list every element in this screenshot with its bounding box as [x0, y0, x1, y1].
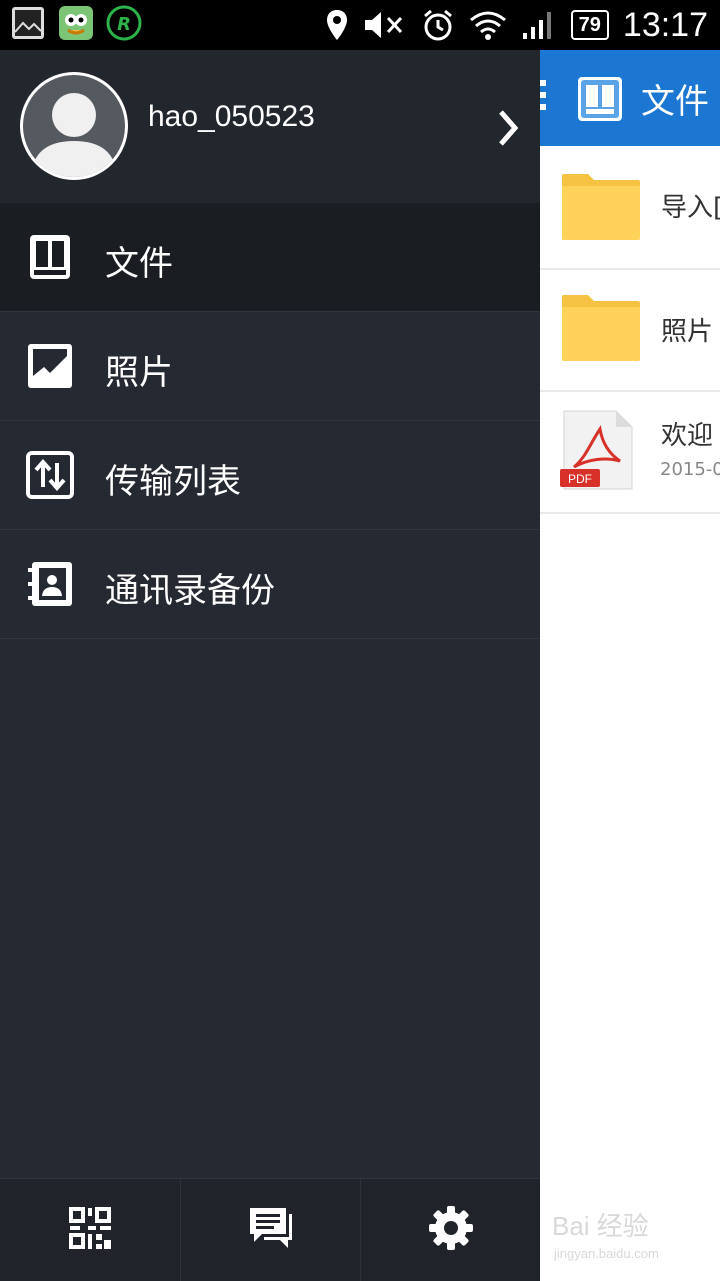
nav-item-label: 传输列表 [105, 462, 241, 502]
signal-icon [521, 9, 557, 41]
wifi-icon [469, 9, 507, 41]
nav-item-label: 通讯录备份 [105, 571, 275, 611]
nav-item-label: 照片 [105, 353, 173, 393]
qr-code-button[interactable] [0, 1179, 180, 1281]
svg-text:R: R [117, 14, 131, 35]
file-row[interactable]: 导入[ [540, 147, 720, 270]
menu-toggle-icon[interactable] [540, 80, 546, 116]
photo-icon [26, 342, 74, 390]
drive-icon [577, 76, 623, 126]
settings-icon [428, 1205, 474, 1255]
nav-item-contacts-backup[interactable]: 通讯录备份 [0, 530, 540, 639]
mute-icon [363, 9, 407, 41]
file-name: 导入[ [661, 193, 720, 223]
messages-button[interactable] [180, 1179, 361, 1281]
contacts-icon [26, 560, 74, 608]
nav-item-transfers[interactable]: 传输列表 [0, 421, 540, 530]
location-icon [325, 8, 349, 42]
battery-indicator: 79 [570, 10, 609, 40]
file-row[interactable]: 照片 [540, 269, 720, 392]
app-notification-icon [58, 5, 94, 41]
baidu-watermark: Bai 经验 [552, 1211, 649, 1241]
messages-icon [248, 1206, 294, 1254]
nav-item-photos[interactable]: 照片 [0, 312, 540, 421]
app-header: 文件 [540, 50, 720, 146]
avatar[interactable] [20, 72, 128, 180]
chevron-right-icon[interactable] [497, 108, 519, 152]
file-row[interactable]: PDF 欢迎 2015-0 [540, 391, 720, 514]
username: hao_050523 [148, 100, 315, 133]
gallery-notification-icon [10, 5, 46, 41]
alarm-icon [421, 8, 455, 42]
file-name: 欢迎 [661, 421, 714, 451]
file-name: 照片 [661, 317, 714, 347]
pdf-badge: PDF [568, 472, 592, 486]
folder-icon [560, 172, 642, 246]
navigation-drawer: hao_050523 文件 照片 传输列表 通讯录备份 [0, 50, 540, 1281]
qr-code-icon [68, 1206, 112, 1254]
file-list-screen: 文件 导入[ 照片 PDF 欢迎 2015-0 Bai 经验 jingyan.b… [540, 50, 720, 1280]
transfer-icon [26, 451, 74, 499]
settings-button[interactable] [360, 1179, 541, 1281]
profile-header[interactable]: hao_050523 [0, 50, 540, 203]
app-r-notification-icon: R [106, 5, 142, 41]
pdf-file-icon: PDF [560, 409, 634, 495]
folder-icon [560, 293, 642, 367]
drawer-bottom-bar [0, 1178, 540, 1281]
nav-item-files[interactable]: 文件 [0, 203, 540, 312]
drive-icon [26, 233, 74, 281]
file-date: 2015-0 [660, 459, 720, 480]
nav-item-label: 文件 [105, 244, 173, 284]
status-bar: R 79 13:17 [0, 0, 720, 50]
clock: 13:17 [622, 5, 708, 44]
baidu-watermark-url: jingyan.baidu.com [554, 1246, 659, 1261]
page-title: 文件 [641, 82, 709, 122]
